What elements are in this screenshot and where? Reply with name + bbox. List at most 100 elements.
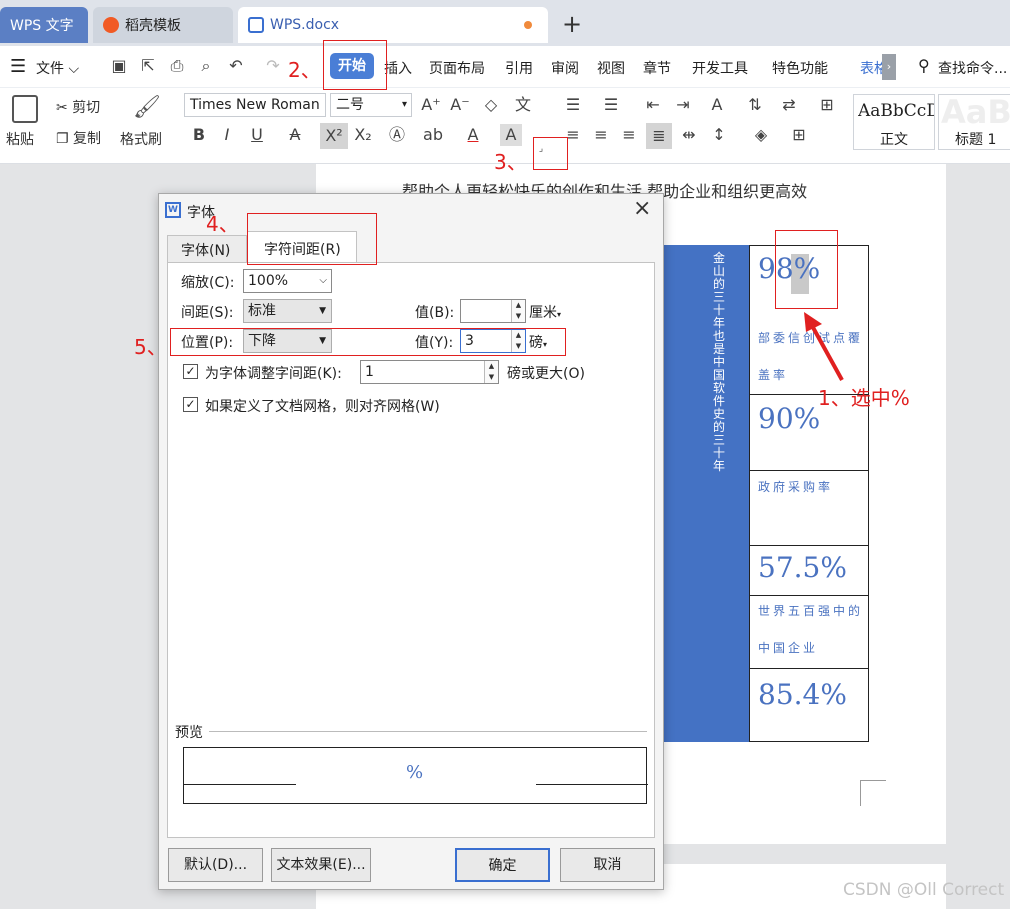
borders-icon[interactable]: ⊞	[788, 124, 810, 146]
phonetic-guide-icon[interactable]: 文	[512, 94, 534, 116]
scale-select[interactable]: 100% ⌵	[243, 269, 332, 293]
word-doc-icon	[248, 17, 264, 33]
distribute-icon[interactable]: ⇹	[678, 124, 700, 146]
watermark: CSDN @Oll Correct	[843, 880, 1005, 900]
shrink-font-icon[interactable]: A⁻	[449, 94, 471, 116]
preview-label: 预览	[175, 722, 207, 742]
print-preview-icon[interactable]: ⌕	[195, 55, 217, 77]
decrease-indent-icon[interactable]: ⇤	[642, 94, 664, 116]
bold-icon[interactable]: B	[188, 124, 210, 146]
redo-icon[interactable]: ↷	[262, 55, 284, 77]
chinese-layout-icon[interactable]: A	[706, 94, 728, 116]
text-effects-button[interactable]: 文本效果(E)...	[271, 848, 371, 882]
line-spacing-icon[interactable]: ↕	[708, 124, 730, 146]
cancel-button[interactable]: 取消	[560, 848, 655, 882]
align-right-icon[interactable]: ≡	[618, 124, 640, 146]
align-center-icon[interactable]: ≡	[590, 124, 612, 146]
cut-button[interactable]: ✂ 剪切	[56, 97, 100, 117]
print-icon[interactable]: ⎙	[166, 55, 188, 77]
spacing-unit[interactable]: 厘米▾	[529, 302, 561, 322]
stat-label[interactable]: 世界五百强中的中国企业	[758, 593, 866, 667]
menu-tab-developer[interactable]: 开发工具	[692, 58, 748, 78]
hamburger-menu-icon[interactable]: ☰	[10, 56, 26, 77]
copy-label: 复制	[73, 131, 102, 147]
stat-value[interactable]: 57.5%	[758, 551, 847, 584]
annotation-box-home-tab	[323, 40, 387, 90]
shading-icon[interactable]: ◈	[750, 124, 772, 146]
search-commands[interactable]: 查找命令...	[938, 58, 1010, 78]
default-button[interactable]: 默认(D)...	[168, 848, 263, 882]
stat-value[interactable]: 85.4%	[758, 678, 847, 711]
table-borders-icon[interactable]: ⊞	[816, 94, 838, 116]
sort-icon[interactable]: ⇅	[744, 94, 766, 116]
numbering-icon[interactable]: ☰	[600, 94, 622, 116]
kerning-checkbox[interactable]: ✓	[183, 364, 198, 379]
table-row-divider	[750, 545, 868, 546]
scale-value: 100%	[248, 273, 289, 289]
justify-icon[interactable]: ≣	[646, 123, 672, 149]
font-color-icon[interactable]: A	[462, 124, 484, 146]
vertical-text[interactable]: 金山的三十年也是中国软件史的三十年	[708, 252, 730, 473]
grow-font-icon[interactable]: A⁺	[420, 94, 442, 116]
font-size-select[interactable]: 二号 ▾	[330, 93, 412, 117]
save-icon[interactable]: ▣	[108, 55, 130, 77]
stat-label[interactable]: 政府采购率	[758, 469, 866, 506]
spacing-select[interactable]: 标准 ▼	[243, 299, 332, 323]
font-dialog: W 字体 × 字体(N) 字符间距(R) 缩放(C): 100% ⌵ 间距(S):…	[158, 193, 664, 890]
menu-tab-review[interactable]: 审阅	[551, 58, 579, 78]
tab-wps-writer[interactable]: WPS 文字	[0, 7, 88, 43]
underline-icon[interactable]: U	[246, 124, 268, 146]
superscript-icon[interactable]: X²	[320, 123, 348, 149]
stat-value[interactable]: 90%	[758, 402, 820, 435]
tab-label: WPS.docx	[270, 17, 340, 33]
menu-tab-insert[interactable]: 插入	[384, 58, 412, 78]
tab-docer-templates[interactable]: 稻壳模板	[93, 7, 233, 43]
italic-icon[interactable]: I	[216, 124, 238, 146]
tab-document[interactable]: WPS.docx	[238, 7, 548, 43]
chevron-down-icon: ▾	[401, 99, 407, 110]
file-menu[interactable]: 文件 ⌵	[36, 58, 79, 78]
highlight-icon[interactable]: ab	[422, 124, 444, 146]
menu-tab-table[interactable]: 表格	[860, 58, 882, 78]
ok-button[interactable]: 确定	[455, 848, 550, 882]
text-effects-icon[interactable]: Ⓐ	[386, 124, 408, 146]
close-icon[interactable]: ×	[633, 196, 651, 221]
show-marks-icon[interactable]: ⇄	[778, 94, 800, 116]
new-tab-button[interactable]: +	[562, 10, 582, 38]
menu-tab-page-layout[interactable]: 页面布局	[429, 58, 485, 78]
snap-grid-checkbox[interactable]: ✓	[183, 397, 198, 412]
menu-tab-special[interactable]: 特色功能	[772, 58, 828, 78]
copy-button[interactable]: ❐ 复制	[56, 128, 101, 148]
preview-box: %	[183, 747, 648, 804]
font-size-value: 二号	[336, 97, 364, 113]
spinner-icon[interactable]: ▲ ▼	[484, 361, 498, 383]
undo-icon[interactable]: ↶	[225, 55, 247, 77]
menu-tab-view[interactable]: 视图	[597, 58, 625, 78]
spacing-amount-input[interactable]: ▲ ▼	[460, 299, 526, 323]
paste-icon[interactable]	[12, 95, 38, 123]
spinner-icon[interactable]: ▲ ▼	[511, 300, 525, 322]
char-shading-icon[interactable]: A	[500, 124, 522, 146]
tab-font[interactable]: 字体(N)	[167, 235, 247, 262]
spacing-amount-label: 值(B):	[415, 305, 455, 321]
page-corner-mark	[860, 780, 886, 806]
search-icon: ⚲	[918, 56, 930, 75]
bullets-icon[interactable]: ☰	[562, 94, 584, 116]
style-heading1[interactable]: AaBb 标题 1	[938, 94, 1010, 150]
increase-indent-icon[interactable]: ⇥	[672, 94, 694, 116]
menu-tab-references[interactable]: 引用	[505, 58, 533, 78]
kerning-input[interactable]: 1 ▲ ▼	[360, 360, 499, 384]
clear-format-icon[interactable]: ◇	[480, 94, 502, 116]
font-name-select[interactable]: Times New Roman	[184, 93, 326, 117]
style-normal[interactable]: AaBbCcDd 正文	[853, 94, 935, 150]
menu-scroll-right-icon[interactable]: ›	[882, 54, 896, 80]
strikethrough-icon[interactable]: A	[284, 124, 306, 146]
menu-tab-chapter[interactable]: 章节	[643, 58, 671, 78]
preview-divider	[209, 731, 647, 732]
paste-button[interactable]: 粘贴	[6, 129, 34, 149]
subscript-icon[interactable]: X₂	[352, 124, 374, 146]
format-painter-icon[interactable]: 🖌	[133, 95, 161, 120]
format-painter-button[interactable]: 格式刷	[120, 129, 162, 149]
wps-writer-icon: W	[165, 202, 181, 218]
export-icon[interactable]: ⇱	[137, 55, 159, 77]
